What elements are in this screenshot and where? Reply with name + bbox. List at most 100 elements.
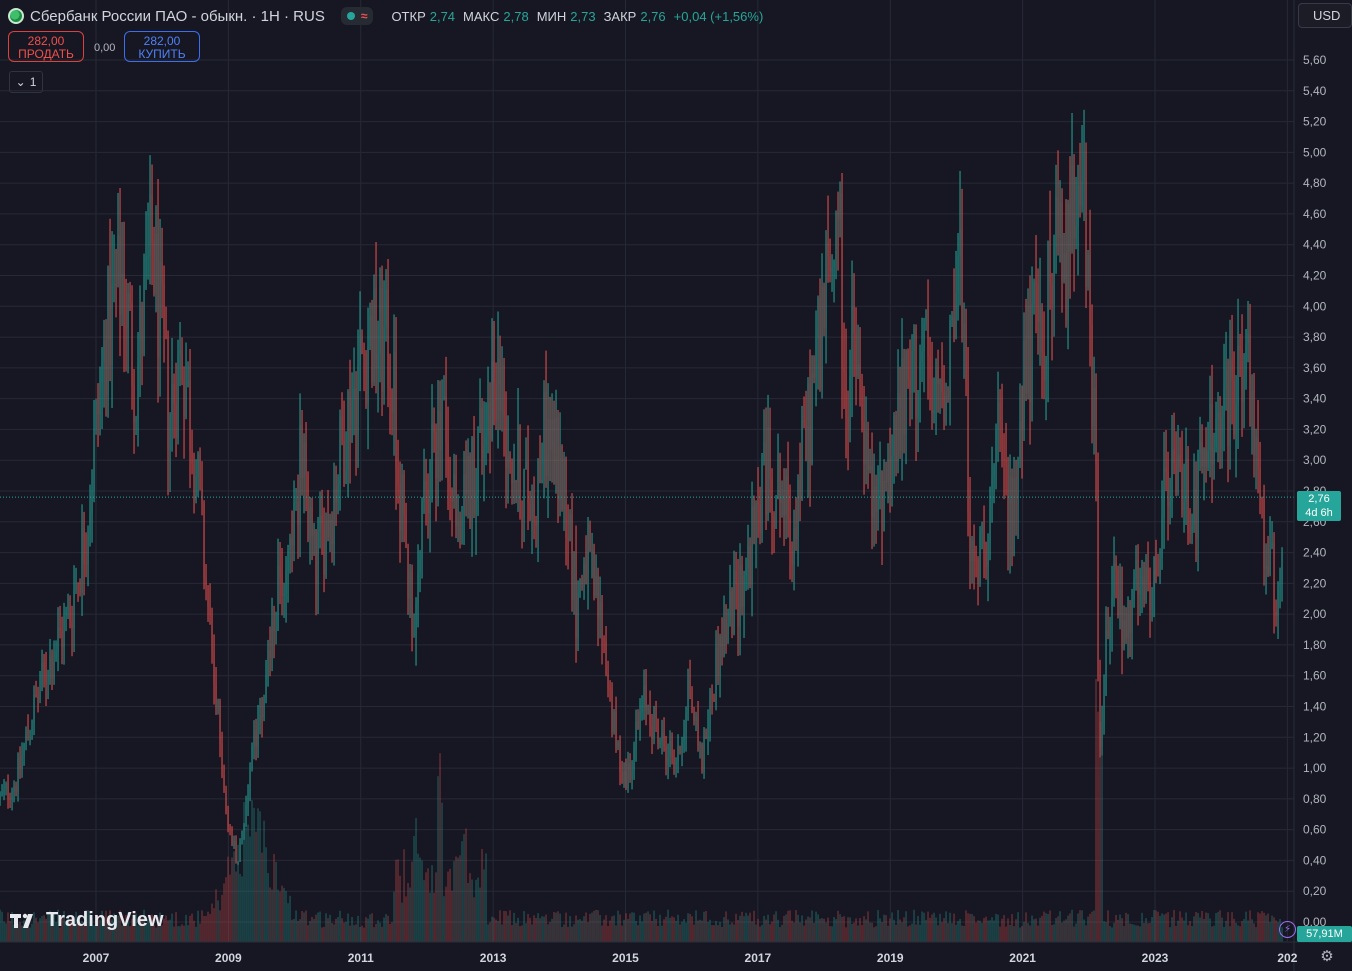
- candle-body: [995, 430, 997, 467]
- volume-bar: [457, 857, 459, 942]
- candle-body: [819, 298, 821, 390]
- volume-bar: [665, 916, 667, 942]
- candle-body: [695, 716, 697, 722]
- volume-bar: [609, 920, 611, 942]
- candle-body: [261, 715, 263, 717]
- volume-bar: [283, 887, 285, 942]
- sell-button[interactable]: 282,00 ПРОДАТЬ: [8, 31, 84, 62]
- volume-bar: [985, 916, 987, 942]
- volume-bar: [577, 919, 579, 942]
- candle-body: [1061, 202, 1063, 282]
- volume-bar: [733, 924, 735, 942]
- volume-bar: [1141, 912, 1143, 942]
- candle-body: [687, 680, 689, 714]
- candle-body: [477, 429, 479, 493]
- candle-body: [857, 364, 859, 377]
- candle-body: [735, 570, 737, 584]
- volume-bar: [1259, 913, 1261, 942]
- volume-bar: [451, 890, 453, 942]
- candle-body: [83, 528, 85, 564]
- time-axis[interactable]: 2007 2009 2011 2013 2015 2017 2019 2021 2023 202: [0, 941, 1352, 965]
- candle-body: [679, 745, 681, 755]
- candle-body: [629, 763, 631, 780]
- candle-body: [271, 619, 273, 659]
- candle-body: [609, 688, 611, 691]
- volume-bar: [1255, 927, 1257, 942]
- volume-bar: [483, 869, 485, 942]
- volume-bar: [963, 925, 965, 942]
- volume-bar: [845, 927, 847, 942]
- volume-bar: [309, 920, 311, 942]
- market-status-pill[interactable]: ≈: [340, 7, 374, 25]
- volume-bar: [965, 910, 967, 942]
- price-tick-label: 4,20: [1303, 269, 1327, 283]
- candle-body: [473, 437, 475, 515]
- price-axis[interactable]: 0,000,200,400,600,801,001,201,401,601,80…: [1293, 0, 1352, 971]
- candle-body: [223, 775, 225, 791]
- volume-bar: [699, 919, 701, 942]
- candle-body: [391, 390, 393, 413]
- candle-body: [1087, 254, 1089, 287]
- candle-body: [109, 267, 111, 366]
- candle-body: [1213, 447, 1215, 464]
- candle-body: [739, 564, 741, 627]
- candle-body: [1147, 567, 1149, 582]
- volume-bar: [1089, 913, 1091, 942]
- last-price-tag: 2,76 4d 6h: [1297, 491, 1341, 521]
- volume-bar: [1001, 918, 1003, 942]
- tradingview-logo[interactable]: TradingView: [10, 909, 163, 932]
- volume-bar: [169, 919, 171, 942]
- candle-body: [185, 386, 187, 417]
- volume-bar: [1053, 924, 1055, 942]
- volume-bar: [447, 871, 449, 942]
- candle-body: [743, 576, 745, 607]
- lightning-icon[interactable]: ⚡: [1279, 921, 1296, 938]
- candle-body: [737, 583, 739, 627]
- candle-body: [319, 516, 321, 531]
- volume-bar: [597, 910, 599, 942]
- volume-bar: [1067, 915, 1069, 942]
- volume-bar: [375, 924, 377, 942]
- candle-body: [1277, 586, 1279, 617]
- currency-select[interactable]: USD ⌄: [1298, 3, 1352, 28]
- time-tick-label: 2019: [877, 951, 904, 965]
- candle-body: [89, 513, 91, 535]
- volume-bar: [1275, 920, 1277, 942]
- candle-body: [601, 603, 603, 640]
- volume-bar: [377, 920, 379, 942]
- candle-body: [1229, 359, 1231, 447]
- buy-button[interactable]: 282,00 КУПИТЬ: [124, 31, 200, 62]
- candle-body: [467, 455, 469, 495]
- candle-body: [0, 794, 1, 799]
- price-chart[interactable]: 0,00 0,20 0,40 0,60 0,80 1,00 1,20 1,40 1,60 1,80…: [0, 0, 1352, 971]
- symbol-title[interactable]: Сбербанк России ПАО - обыкн. · 1H · RUS: [30, 8, 325, 25]
- candle-body: [335, 489, 337, 503]
- candle-body: [179, 350, 181, 353]
- volume-bar: [439, 753, 441, 942]
- volume-bar: [1049, 910, 1051, 942]
- volume-bar: [1079, 910, 1081, 942]
- candle-body: [493, 360, 495, 383]
- candle-body: [349, 391, 351, 442]
- candle-body: [1091, 325, 1093, 427]
- candle-body: [295, 501, 297, 503]
- volume-bar: [629, 913, 631, 942]
- candle-body: [163, 283, 165, 330]
- candle-body: [557, 417, 559, 501]
- candle-body: [525, 461, 527, 470]
- volume-bar: [313, 918, 315, 942]
- candle-body: [539, 461, 541, 484]
- volume-bar: [523, 911, 525, 942]
- volume-bar: [1105, 922, 1107, 942]
- settings-gear-icon[interactable]: ⚙: [1318, 948, 1336, 966]
- candle-body: [1227, 369, 1229, 447]
- indicators-collapse-button[interactable]: ⌄ 1: [9, 71, 43, 93]
- volume-bar: [1085, 925, 1087, 942]
- volume-bar: [765, 919, 767, 942]
- candle-body: [707, 727, 709, 740]
- candle-body: [15, 785, 17, 792]
- volume-bar: [507, 915, 509, 942]
- candle-body: [1257, 437, 1259, 469]
- candle-body: [953, 317, 955, 338]
- candle-body: [245, 805, 247, 827]
